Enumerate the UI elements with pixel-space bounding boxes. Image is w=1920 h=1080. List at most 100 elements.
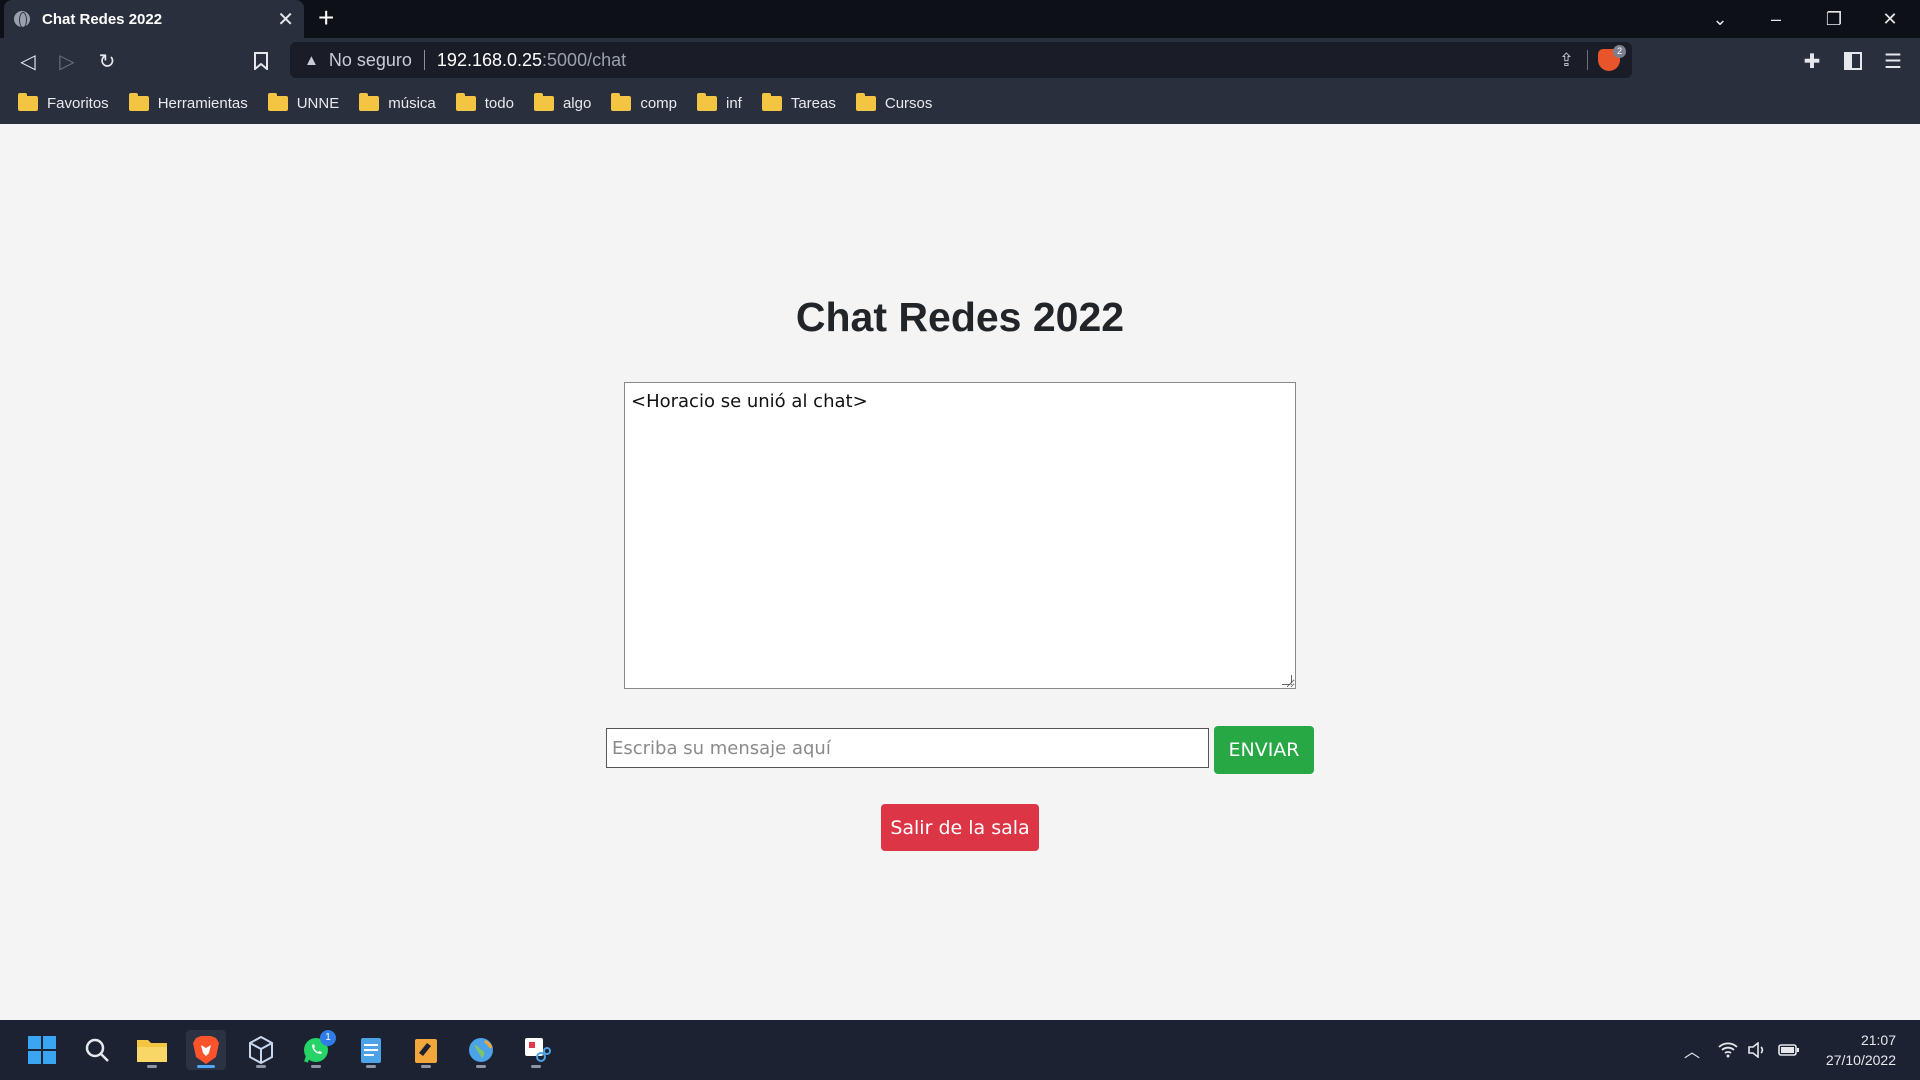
scissors-icon: [525, 1038, 551, 1062]
sublime-text-button[interactable]: [406, 1030, 446, 1070]
search-icon: [85, 1038, 109, 1062]
folder-icon: [267, 92, 288, 111]
resize-grip-icon[interactable]: [1282, 675, 1292, 685]
brave-icon: [193, 1036, 219, 1064]
folder-icon: [128, 92, 149, 111]
running-indicator: [311, 1065, 321, 1068]
sidebar-toggle-icon[interactable]: [1840, 48, 1866, 74]
taskbar: 1 ︿ 21:07 27/10/2022: [0, 1020, 1920, 1080]
folder-icon: [855, 92, 876, 111]
folder-icon: [455, 92, 476, 111]
bookmark-label: música: [388, 94, 436, 112]
forward-arrow-icon[interactable]: ▷: [54, 48, 80, 74]
show-hidden-icons-button[interactable]: ︿: [1684, 1020, 1700, 1080]
tab-chat-redes[interactable]: Chat Redes 2022 ✕: [4, 0, 304, 38]
battery-icon: [1778, 1044, 1799, 1056]
globe-app-button[interactable]: [461, 1030, 501, 1070]
volume-button[interactable]: [1748, 1020, 1766, 1080]
wifi-icon: [1718, 1042, 1738, 1058]
bookmark-label: comp: [640, 94, 677, 112]
snipping-tool-button[interactable]: [516, 1030, 556, 1070]
shield-separator: [1587, 50, 1588, 70]
bookmark-icon[interactable]: [248, 48, 274, 74]
system-clock[interactable]: 21:07 27/10/2022: [1826, 1030, 1896, 1070]
cube-icon: [249, 1035, 273, 1065]
bookmark-herramientas[interactable]: Herramientas: [128, 92, 248, 112]
folder-icon: [697, 92, 717, 111]
chat-log[interactable]: <Horacio se unió al chat>: [624, 382, 1296, 689]
tab-title: Chat Redes 2022: [42, 10, 163, 28]
wifi-button[interactable]: [1718, 1020, 1738, 1080]
bookmark-algo[interactable]: algo: [533, 92, 592, 112]
clock-date: 27/10/2022: [1825, 1052, 1896, 1068]
bookmark-label: inf: [726, 94, 742, 112]
bookmark-label: Cursos: [884, 94, 933, 112]
menu-icon[interactable]: ☰: [1880, 48, 1906, 74]
close-tab-icon[interactable]: ✕: [277, 7, 294, 32]
folder-icon: [18, 92, 38, 111]
bookmark-cursos[interactable]: Cursos: [855, 92, 933, 112]
back-arrow-icon[interactable]: ◁: [15, 48, 41, 74]
bookmark-label: Tareas: [790, 94, 836, 112]
bookmark-musica[interactable]: música: [359, 92, 436, 112]
folder-icon: [533, 92, 554, 111]
send-button[interactable]: ENVIAR: [1214, 726, 1314, 774]
running-indicator: [147, 1065, 157, 1068]
globe-icon: [469, 1038, 493, 1062]
running-indicator: [476, 1065, 486, 1068]
speaker-icon: [1748, 1042, 1764, 1058]
globe-icon: [14, 11, 30, 28]
bookmark-tareas[interactable]: Tareas: [761, 92, 836, 112]
bookmark-label: Favoritos: [47, 94, 109, 112]
file-explorer-button[interactable]: [132, 1030, 172, 1070]
shield-count-badge: 2: [1613, 45, 1626, 58]
active-indicator: [197, 1065, 215, 1068]
running-indicator: [531, 1065, 541, 1068]
search-button[interactable]: [77, 1030, 117, 1070]
restore-button[interactable]: ❐: [1806, 0, 1862, 38]
notepad-button[interactable]: [351, 1030, 391, 1070]
message-input[interactable]: [606, 728, 1209, 768]
warning-icon: ▲: [304, 51, 319, 69]
virtualbox-button[interactable]: [241, 1030, 281, 1070]
start-button[interactable]: [22, 1030, 62, 1070]
leave-room-button[interactable]: Salir de la sala: [881, 804, 1039, 851]
notification-badge: 1: [320, 1030, 336, 1046]
close-window-button[interactable]: ✕: [1862, 0, 1918, 38]
whatsapp-button[interactable]: 1: [296, 1030, 336, 1070]
extensions-icon[interactable]: ✚: [1799, 48, 1825, 74]
chevron-up-icon: ︿: [1684, 1044, 1701, 1061]
browser-toolbar: ◁ ▷ ↻ ▲ No seguro 192.168.0.25 :5000/cha…: [0, 38, 1920, 82]
address-separator: [423, 50, 425, 70]
notepad-icon: [361, 1038, 381, 1063]
running-indicator: [366, 1065, 376, 1068]
page-title: Chat Redes 2022: [795, 294, 1125, 340]
tab-search-button[interactable]: ⌄: [1692, 0, 1748, 38]
minimize-button[interactable]: –: [1748, 0, 1804, 38]
address-bar[interactable]: ▲ No seguro 192.168.0.25 :5000/chat ⇪ 2: [290, 42, 1632, 78]
share-icon[interactable]: ⇪: [1559, 50, 1574, 71]
chat-message: <Horacio se unió al chat>: [631, 391, 868, 412]
security-label[interactable]: No seguro: [329, 50, 412, 71]
bookmark-label: todo: [484, 94, 514, 112]
battery-button[interactable]: [1778, 1020, 1800, 1080]
reload-icon[interactable]: ↻: [94, 48, 120, 74]
file-explorer-icon: [137, 1040, 167, 1062]
new-tab-button[interactable]: +: [318, 4, 334, 32]
bookmark-comp[interactable]: comp: [611, 92, 677, 112]
bookmark-inf[interactable]: inf: [697, 92, 742, 112]
url-path: :5000/chat: [542, 49, 627, 70]
brave-browser-button[interactable]: [186, 1030, 226, 1070]
page-viewport: Chat Redes 2022 <Horacio se unió al chat…: [0, 124, 1920, 1020]
folder-icon: [611, 92, 632, 111]
bookmark-unne[interactable]: UNNE: [267, 92, 340, 112]
brave-shield-icon[interactable]: 2: [1598, 45, 1626, 71]
folder-icon: [761, 92, 782, 111]
url-host: 192.168.0.25: [436, 49, 543, 70]
bookmark-favoritos[interactable]: Favoritos: [18, 92, 109, 112]
bookmark-label: UNNE: [296, 94, 340, 112]
bookmark-label: algo: [562, 94, 592, 112]
tab-strip: Chat Redes 2022 ✕ + ⌄ – ❐ ✕: [0, 0, 1920, 38]
clock-time: 21:07: [1860, 1032, 1896, 1048]
bookmark-todo[interactable]: todo: [455, 92, 514, 112]
